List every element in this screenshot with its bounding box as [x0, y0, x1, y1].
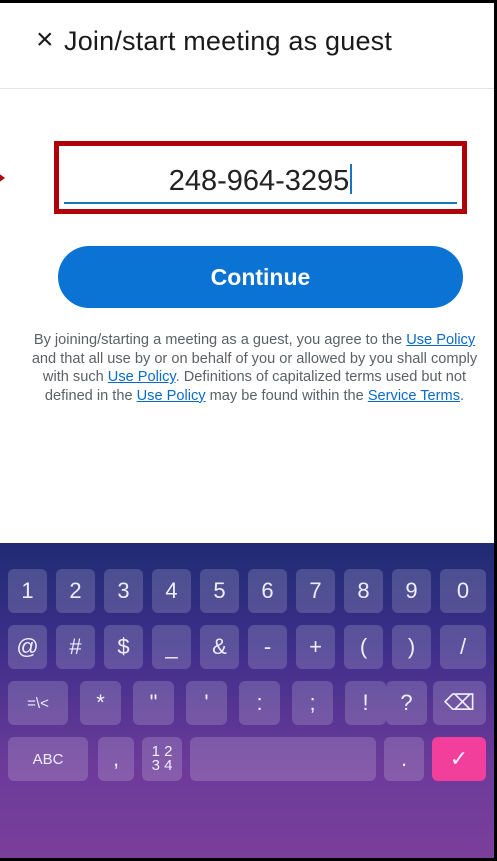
- key-period[interactable]: .: [384, 737, 424, 781]
- key-numpad[interactable]: 1 2 3 4: [142, 737, 182, 781]
- key-9[interactable]: 9: [392, 569, 431, 613]
- key-plus[interactable]: +: [296, 625, 335, 669]
- use-policy-link[interactable]: Use Policy: [406, 332, 475, 348]
- key-symbols-page[interactable]: =\<: [8, 681, 68, 725]
- key-7[interactable]: 7: [296, 569, 335, 613]
- key-4[interactable]: 4: [152, 569, 191, 613]
- close-icon[interactable]: ×: [36, 22, 66, 58]
- key-comma[interactable]: ,: [98, 737, 134, 781]
- key-5[interactable]: 5: [200, 569, 239, 613]
- key-8[interactable]: 8: [344, 569, 383, 613]
- key-question[interactable]: ?: [386, 681, 427, 725]
- annotation-arrow: [0, 168, 5, 188]
- header: × Join/start meeting as guest: [0, 0, 494, 89]
- key-asterisk[interactable]: *: [80, 681, 121, 725]
- key-colon[interactable]: :: [239, 681, 280, 725]
- key-semicolon[interactable]: ;: [292, 681, 333, 725]
- key-3[interactable]: 3: [104, 569, 143, 613]
- page-title: Join/start meeting as guest: [64, 26, 393, 56]
- disclaimer-text-part: may be found within the: [205, 387, 368, 404]
- meeting-id-input[interactable]: 248-964-3295: [64, 164, 457, 198]
- use-policy-link[interactable]: Use Policy: [137, 388, 206, 404]
- key-open-paren[interactable]: (: [344, 625, 383, 669]
- use-policy-link[interactable]: Use Policy: [108, 369, 176, 385]
- disclaimer-text-part: .: [460, 387, 465, 404]
- key-0[interactable]: 0: [440, 569, 486, 613]
- key-slash[interactable]: /: [440, 625, 486, 669]
- key-underscore[interactable]: _: [152, 625, 191, 669]
- key-space[interactable]: [190, 737, 376, 781]
- key-single-quote[interactable]: ': [186, 681, 227, 725]
- key-close-paren[interactable]: ): [392, 625, 431, 669]
- continue-button[interactable]: Continue: [58, 246, 463, 308]
- backspace-icon[interactable]: ⌫: [433, 681, 486, 725]
- disclaimer-text: By joining/starting a meeting as a guest…: [27, 331, 482, 405]
- key-dollar[interactable]: $: [104, 625, 143, 669]
- key-double-quote[interactable]: ": [133, 681, 174, 725]
- key-abc[interactable]: ABC: [8, 737, 88, 781]
- numeric-keyboard: 1 2 3 4 5 6 7 8 9 0 @ # $ _ & - + ( ) / …: [0, 543, 494, 858]
- disclaimer-text-part: By joining/starting a meeting as a guest…: [33, 332, 407, 348]
- text-caret: [350, 164, 353, 194]
- key-6[interactable]: 6: [248, 569, 287, 613]
- key-at[interactable]: @: [8, 625, 47, 669]
- key-hash[interactable]: #: [56, 625, 95, 669]
- key-1[interactable]: 1: [8, 569, 47, 613]
- key-2[interactable]: 2: [56, 569, 95, 613]
- enter-checkmark-icon[interactable]: ✓: [432, 737, 486, 781]
- key-ampersand[interactable]: &: [200, 625, 239, 669]
- service-terms-link[interactable]: Service Terms: [368, 388, 460, 404]
- key-minus[interactable]: -: [248, 625, 287, 669]
- meeting-id-value: 248-964-3295: [168, 165, 350, 197]
- input-underline: [64, 202, 457, 204]
- key-exclamation[interactable]: !: [345, 681, 386, 725]
